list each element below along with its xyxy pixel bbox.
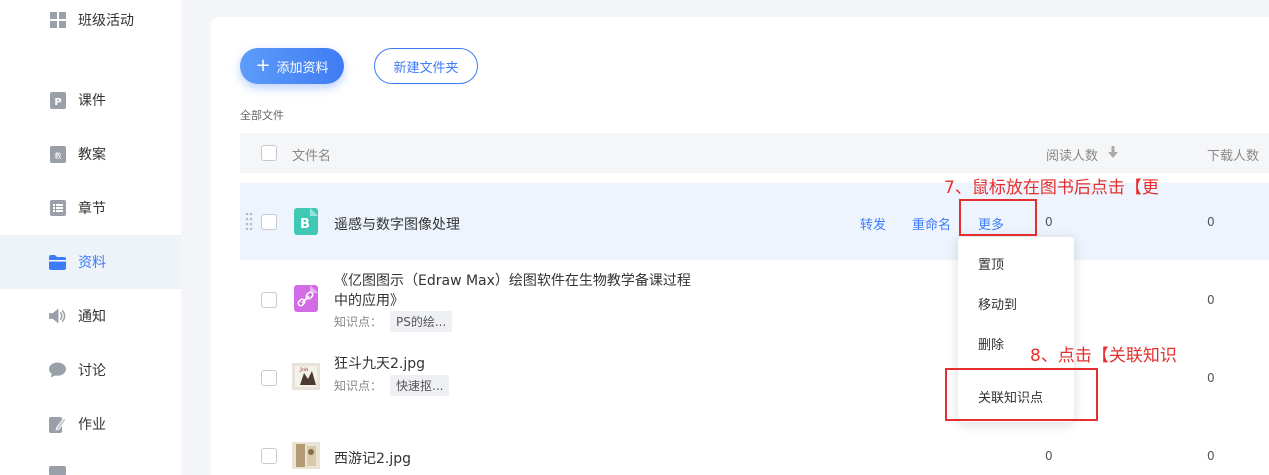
sidebar-item-chapter[interactable]: 章节 — [0, 181, 181, 235]
annotation-highlight-link-knowledge — [945, 368, 1098, 421]
sidebar-item-discussion[interactable]: 讨论 — [0, 343, 181, 397]
sidebar-item-label: 章节 — [78, 201, 106, 217]
menu-item-move-to[interactable]: 移动到 — [978, 294, 1017, 313]
sidebar-item-label: 班级活动 — [78, 13, 134, 29]
knowledge-point-tag[interactable]: 快速抠... — [390, 375, 450, 396]
forward-button[interactable]: 转发 — [860, 214, 886, 233]
sidebar-item-notice[interactable]: 通知 — [0, 289, 181, 343]
annotation-step8: 8、点击【关联知识 — [1030, 346, 1177, 366]
row-checkbox[interactable] — [261, 448, 277, 464]
file-name-line1[interactable]: 《亿图图示（Edraw Max）绘图软件在生物教学备课过程 — [334, 270, 691, 290]
sidebar-item-label: 教案 — [78, 147, 106, 163]
add-material-label: 添加资料 — [276, 60, 329, 76]
sidebar-item-label: 作业 — [78, 417, 106, 433]
drag-handle-icon[interactable] — [245, 212, 253, 234]
file-name[interactable]: 遥感与数字图像处理 — [334, 214, 460, 234]
image-thumbnail-icon: Joh — [292, 363, 320, 390]
sidebar-item-label: 资料 — [78, 255, 106, 271]
link-file-icon — [294, 285, 318, 312]
svg-text:P: P — [54, 97, 61, 108]
read-count: 0 — [1045, 449, 1053, 463]
header-filename: 文件名 — [292, 149, 332, 164]
menu-item-delete[interactable]: 删除 — [978, 334, 1004, 353]
sidebar-item-courseware[interactable]: P 课件 — [0, 73, 181, 127]
read-count: 0 — [1045, 215, 1053, 229]
exam-icon — [49, 466, 66, 475]
chat-bubble-icon — [49, 362, 66, 379]
breadcrumb[interactable]: 全部文件 — [240, 107, 284, 123]
select-all-checkbox[interactable] — [261, 145, 277, 161]
add-material-button[interactable]: + 添加资料 — [240, 48, 344, 84]
row-checkbox[interactable] — [261, 370, 277, 386]
folder-icon — [49, 254, 66, 271]
new-folder-label: 新建文件夹 — [393, 60, 459, 76]
sidebar-item-materials[interactable]: 资料 — [0, 235, 181, 289]
svg-text:教: 教 — [54, 151, 61, 160]
chapter-list-icon — [49, 200, 66, 217]
svg-text:B: B — [300, 217, 310, 232]
speaker-icon — [49, 308, 66, 325]
download-count: 0 — [1207, 215, 1215, 229]
rename-button[interactable]: 重命名 — [912, 214, 951, 233]
lesson-plan-icon: 教 — [49, 145, 66, 163]
file-name-line2[interactable]: 中的应用》 — [334, 290, 404, 310]
sidebar-item-class-activity[interactable]: 班级活动 — [0, 0, 181, 47]
table-row[interactable]: 《亿图图示（Edraw Max）绘图软件在生物教学备课过程 中的应用》 知识点：… — [240, 260, 1269, 338]
menu-item-pin-top[interactable]: 置顶 — [978, 254, 1004, 273]
knowledge-point-tag[interactable]: PS的绘... — [390, 311, 453, 332]
table-row[interactable]: 西游记2.jpg 0 0 — [240, 416, 1269, 475]
file-name[interactable]: 西游记2.jpg — [334, 448, 411, 468]
sidebar: 班级活动 P 课件 教 教案 章节 资料 通知 讨论 作业 — [0, 0, 181, 475]
homework-edit-icon — [49, 416, 66, 433]
sort-down-arrow-icon[interactable] — [1108, 146, 1118, 162]
annotation-highlight-more — [959, 199, 1037, 236]
knowledge-point-label: 知识点： — [334, 379, 383, 393]
table-header: 文件名 阅读人数 下载人数 — [240, 133, 1269, 173]
sidebar-item-label: 通知 — [78, 309, 106, 325]
image-thumbnail-icon — [292, 442, 320, 469]
download-count: 0 — [1207, 449, 1215, 463]
sidebar-item-homework[interactable]: 作业 — [0, 397, 181, 451]
header-reads[interactable]: 阅读人数 — [1046, 145, 1098, 164]
file-name[interactable]: 狂斗九天2.jpg — [334, 353, 425, 373]
book-b-icon: B — [294, 208, 318, 235]
knowledge-point-label: 知识点： — [334, 315, 383, 329]
new-folder-button[interactable]: 新建文件夹 — [374, 48, 478, 84]
knowledge-point: 知识点： PS的绘... — [334, 311, 453, 332]
main-panel: + 添加资料 新建文件夹 全部文件 文件名 阅读人数 下载人数 B 遥感与数字图… — [211, 17, 1269, 475]
knowledge-point: 知识点： 快速抠... — [334, 375, 450, 396]
courseware-icon: P — [49, 91, 66, 109]
grid-icon — [49, 12, 66, 29]
download-count: 0 — [1207, 371, 1215, 385]
header-downloads: 下载人数 — [1207, 149, 1260, 164]
sidebar-item-label: 讨论 — [78, 363, 106, 379]
annotation-step7: 7、鼠标放在图书后点击【更 — [944, 178, 1159, 198]
download-count: 0 — [1207, 293, 1215, 307]
row-checkbox[interactable] — [261, 214, 277, 230]
svg-text:Joh: Joh — [299, 367, 309, 373]
sidebar-item-lesson-plan[interactable]: 教 教案 — [0, 127, 181, 181]
sidebar-item-label: 课件 — [78, 93, 106, 109]
plus-icon: + — [255, 55, 271, 76]
row-checkbox[interactable] — [261, 292, 277, 308]
